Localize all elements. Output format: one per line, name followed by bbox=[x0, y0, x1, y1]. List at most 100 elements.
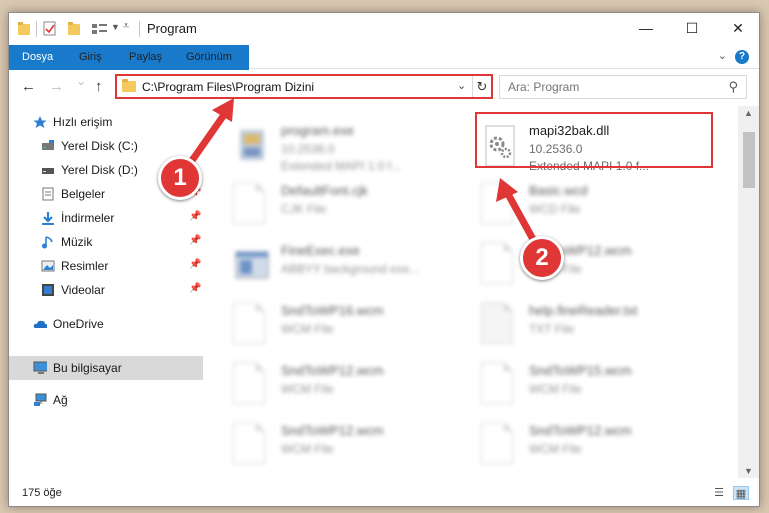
sidebar-item-label: Bu bilgisayar bbox=[53, 361, 122, 375]
file-name: program.exe bbox=[281, 123, 354, 138]
file-item[interactable]: SndToWP16.wcm WCM File bbox=[229, 300, 469, 352]
file-type: WCD File bbox=[529, 202, 581, 216]
window-title: Program bbox=[147, 21, 197, 36]
file-type: TXT File bbox=[529, 322, 575, 336]
sidebar-item-label: Ağ bbox=[53, 393, 68, 407]
up-button[interactable]: ↑ bbox=[95, 78, 103, 95]
item-count: 175 öğe bbox=[22, 487, 62, 499]
file-name: SndToWP16.wcm bbox=[281, 303, 384, 318]
file-item[interactable]: SndToWP12.wcm WCM File bbox=[477, 420, 717, 472]
file-name: SndToWP12.wcm bbox=[281, 363, 384, 378]
generic-file-icon bbox=[481, 182, 513, 224]
file-type: WCM File bbox=[281, 382, 334, 396]
file-type: WCM File bbox=[529, 382, 582, 396]
new-folder-icon[interactable] bbox=[67, 20, 81, 38]
file-explorer-window: ▼ ⩡ Program — ☐ ✕ Dosya Giriş Paylaş Gör… bbox=[8, 12, 760, 507]
file-item[interactable]: Basic.wcd WCD File bbox=[477, 180, 717, 232]
file-type: WCM File bbox=[529, 442, 582, 456]
back-button[interactable]: ← bbox=[21, 78, 36, 95]
chevron-down-icon[interactable]: ▼ bbox=[111, 22, 120, 40]
sidebar-item-onedrive[interactable]: OneDrive bbox=[9, 312, 203, 336]
file-type: WCM File bbox=[281, 322, 334, 336]
sidebar-item-network[interactable]: Ağ bbox=[9, 388, 203, 412]
scroll-down-icon[interactable]: ▼ bbox=[744, 466, 753, 476]
pictures-icon bbox=[41, 260, 55, 272]
file-description: ABBYY background exe... bbox=[281, 262, 420, 276]
sidebar-item-this-pc[interactable]: Bu bilgisayar bbox=[9, 356, 203, 380]
tab-home[interactable]: Giriş bbox=[79, 45, 102, 69]
search-box[interactable]: ⚲ bbox=[499, 75, 747, 99]
pin-icon[interactable]: 📌 bbox=[189, 235, 201, 246]
pin-icon[interactable]: 📌 bbox=[189, 211, 201, 222]
file-item[interactable]: SndToWP12.wcm WCM File bbox=[477, 240, 717, 292]
maximize-button[interactable]: ☐ bbox=[669, 13, 715, 43]
file-name: help.fineReader.txt bbox=[529, 303, 638, 318]
tab-share[interactable]: Paylaş bbox=[129, 45, 162, 69]
drive-icon bbox=[42, 140, 54, 150]
file-type: CJK File bbox=[281, 202, 327, 216]
close-button[interactable]: ✕ bbox=[715, 13, 759, 43]
sidebar-item-label: Hızlı erişim bbox=[53, 115, 113, 129]
sidebar-item-quick-access[interactable]: Hızlı erişim bbox=[9, 110, 203, 134]
generic-file-icon bbox=[481, 362, 513, 404]
generic-file-icon bbox=[233, 422, 265, 464]
status-bar: 175 öğe ☰ ▦ bbox=[9, 479, 759, 506]
scroll-up-icon[interactable]: ▲ bbox=[744, 108, 753, 118]
documents-icon bbox=[42, 187, 54, 201]
step-badge-1: 1 bbox=[158, 156, 202, 200]
folder-icon[interactable] bbox=[17, 20, 31, 38]
view-options-icon[interactable] bbox=[91, 20, 109, 38]
help-button[interactable]: ? bbox=[735, 50, 749, 64]
file-name: DefaultFont.cjk bbox=[281, 183, 368, 198]
sidebar-item-label: Yerel Disk (D:) bbox=[61, 163, 138, 177]
generic-file-icon bbox=[233, 362, 265, 404]
file-version: 10.2536.0 bbox=[281, 142, 335, 156]
exe-window-icon bbox=[235, 251, 269, 279]
forward-button[interactable]: → bbox=[49, 78, 64, 95]
generic-file-icon bbox=[233, 302, 265, 344]
vertical-scrollbar[interactable]: ▲ ▼ bbox=[738, 106, 759, 478]
file-item[interactable]: FineExec.exe ABBYY background exe... bbox=[229, 240, 469, 292]
sidebar-item-label: Resimler bbox=[61, 259, 109, 273]
sidebar-item-local-disk-c[interactable]: Yerel Disk (C:) bbox=[9, 134, 203, 158]
file-item[interactable]: SndToWP15.wcm WCM File bbox=[477, 360, 717, 412]
recent-locations-button[interactable]: ⌄ bbox=[76, 74, 86, 88]
scrollbar-thumb[interactable] bbox=[743, 132, 755, 188]
chevron-down-icon[interactable]: ⌄ bbox=[457, 79, 466, 92]
address-path[interactable]: C:\Program Files\Program Dizini bbox=[142, 80, 314, 94]
pin-icon[interactable]: 📌 bbox=[189, 259, 201, 270]
file-item[interactable]: DefaultFont.cjk CJK File bbox=[229, 180, 469, 232]
sidebar-item-videos[interactable]: Videolar 📌 bbox=[9, 278, 203, 302]
tab-view[interactable]: Görünüm bbox=[186, 45, 232, 69]
search-icon[interactable]: ⚲ bbox=[728, 79, 738, 95]
exe-icon bbox=[240, 130, 264, 160]
file-item[interactable]: SndToWP12.wcm WCM File bbox=[229, 420, 469, 472]
file-name: SndToWP12.wcm bbox=[529, 423, 632, 438]
large-icons-view-icon[interactable]: ▦ bbox=[733, 486, 749, 500]
computer-icon bbox=[33, 361, 47, 374]
sidebar-item-label: Belgeler bbox=[61, 187, 106, 201]
details-view-icon[interactable]: ☰ bbox=[711, 486, 727, 500]
ribbon-tabs: Dosya Giriş Paylaş Görünüm ⌄ ? bbox=[9, 45, 759, 97]
file-list: program.exe 10.2536.0 Extended MAPI 1.0 … bbox=[203, 106, 737, 478]
sidebar-item-music[interactable]: Müzik 📌 bbox=[9, 230, 203, 254]
minimize-button[interactable]: — bbox=[623, 13, 669, 43]
file-item[interactable]: SndToWP12.wcm WCM File bbox=[229, 360, 469, 412]
text-file-icon bbox=[481, 302, 513, 344]
search-input[interactable] bbox=[508, 79, 718, 95]
file-type: WCM File bbox=[281, 442, 334, 456]
expand-ribbon-icon[interactable]: ⌄ bbox=[718, 49, 727, 62]
divider bbox=[139, 21, 140, 37]
properties-icon[interactable] bbox=[43, 20, 57, 38]
address-bar[interactable]: C:\Program Files\Program Dizini ⌄ ↻ bbox=[115, 74, 493, 99]
music-icon bbox=[42, 236, 53, 249]
generic-file-icon bbox=[481, 422, 513, 464]
refresh-button[interactable]: ↻ bbox=[472, 76, 491, 97]
sidebar-item-pictures[interactable]: Resimler 📌 bbox=[9, 254, 203, 278]
file-item[interactable]: help.fineReader.txt TXT File bbox=[477, 300, 717, 352]
file-item[interactable]: program.exe 10.2536.0 Extended MAPI 1.0 … bbox=[229, 120, 469, 173]
step-badge-2: 2 bbox=[520, 236, 564, 280]
sidebar-item-downloads[interactable]: İndirmeler 📌 bbox=[9, 206, 203, 230]
customize-toolbar-icon[interactable]: ⩡ bbox=[123, 20, 129, 38]
pin-icon[interactable]: 📌 bbox=[189, 283, 201, 294]
